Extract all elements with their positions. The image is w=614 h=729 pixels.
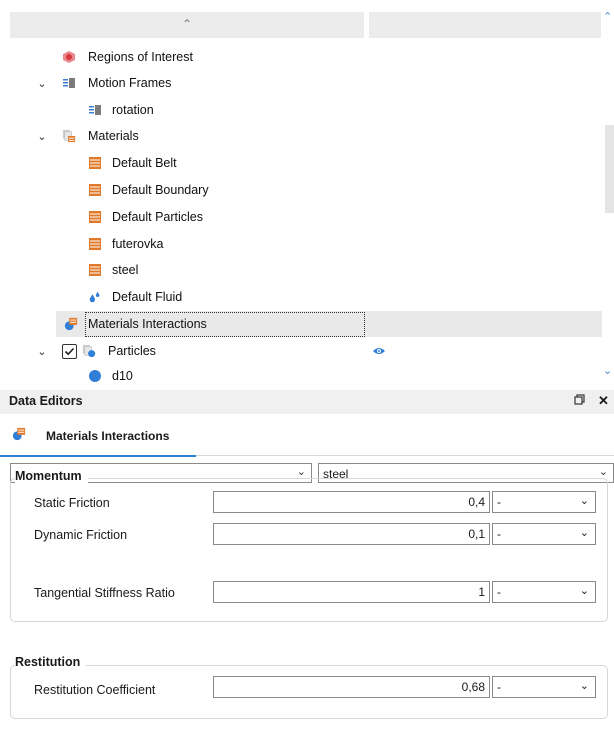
restitution-coefficient-label: Restitution Coefficient <box>34 683 156 697</box>
group-title: Momentum <box>15 469 88 483</box>
tangential-stiffness-ratio-label: Tangential Stiffness Ratio <box>34 586 175 600</box>
scroll-up-icon[interactable]: ⌃ <box>603 10 612 23</box>
materials-interactions-icon <box>12 427 26 441</box>
unit-value: - <box>497 495 501 509</box>
chevron-down-icon[interactable]: ⌄ <box>36 345 48 358</box>
tree-item-label: Motion Frames <box>88 76 172 90</box>
tree-item-materials-interactions[interactable]: Materials Interactions <box>56 311 602 337</box>
unit-value: - <box>497 527 501 541</box>
restitution-coefficient-unit-select[interactable]: - ⌄ <box>492 676 596 698</box>
materials-folder-icon <box>62 129 76 143</box>
tree-item-regions-of-interest[interactable]: Regions of Interest <box>0 44 602 70</box>
motion-frame-icon <box>88 103 102 117</box>
dynamic-friction-unit-select[interactable]: - ⌄ <box>492 523 596 545</box>
tree-item-default-boundary[interactable]: Default Boundary <box>0 177 602 203</box>
scroll-down-icon[interactable]: ⌄ <box>603 364 612 377</box>
column-header-name[interactable]: ⌃ <box>10 12 364 38</box>
material-icon <box>88 237 102 251</box>
tree-item-label: steel <box>112 263 139 277</box>
tree-item-rotation[interactable]: rotation <box>0 97 602 123</box>
static-friction-input[interactable]: 0,4 <box>213 491 490 513</box>
editor-tabbar: Materials Interactions <box>0 415 614 457</box>
tree-item-label: Default Fluid <box>112 290 183 304</box>
particles-folder-icon <box>82 344 96 358</box>
unit-value: - <box>497 680 501 694</box>
tree-item-label: Materials Interactions <box>88 317 207 331</box>
tree-item-materials[interactable]: ⌄ Materials <box>0 123 602 149</box>
tree-item-label: Default Boundary <box>112 183 209 197</box>
tangential-stiffness-ratio-unit-select[interactable]: - ⌄ <box>492 581 596 603</box>
tree-item-default-belt[interactable]: Default Belt <box>0 150 602 176</box>
tree-item-default-fluid[interactable]: Default Fluid <box>0 284 602 310</box>
visibility-checkbox[interactable] <box>62 343 77 359</box>
group-title: Restitution <box>15 655 87 669</box>
chevron-down-icon[interactable]: ⌄ <box>36 130 48 143</box>
close-icon[interactable]: ✕ <box>598 393 609 409</box>
particle-icon <box>88 369 102 383</box>
chevron-down-icon: ⌄ <box>579 680 589 692</box>
tree-item-label: futerovka <box>112 237 164 251</box>
region-icon <box>62 50 76 64</box>
tree-item-label: Regions of Interest <box>88 50 193 64</box>
tree-item-label: d10 <box>112 369 133 383</box>
material-icon <box>88 210 102 224</box>
eye-icon[interactable] <box>372 344 386 358</box>
tree-item-motion-frames[interactable]: ⌄ Motion Frames <box>0 70 602 96</box>
material-icon <box>88 263 102 277</box>
restore-window-icon[interactable] <box>574 394 585 408</box>
tree-item-label: Particles <box>108 344 156 358</box>
tree-item-label: Materials <box>88 129 139 143</box>
static-friction-label: Static Friction <box>34 496 110 510</box>
tree-item-steel[interactable]: steel <box>0 257 602 283</box>
chevron-down-icon: ⌄ <box>598 466 608 478</box>
chevron-down-icon[interactable]: ⌄ <box>36 77 48 90</box>
material-icon <box>88 156 102 170</box>
tree-item-label: Default Belt <box>112 156 177 170</box>
dynamic-friction-input[interactable]: 0,1 <box>213 523 490 545</box>
tree-item-futerovka[interactable]: futerovka <box>0 231 602 257</box>
chevron-down-icon: ⌄ <box>579 527 589 539</box>
panel-title: Data Editors <box>9 394 83 408</box>
tree-item-d10[interactable]: d10 <box>0 364 602 383</box>
tab-label: Materials Interactions <box>46 429 170 443</box>
static-friction-unit-select[interactable]: - ⌄ <box>492 491 596 513</box>
data-editors-titlebar: Data Editors ✕ <box>0 390 614 414</box>
dynamic-friction-label: Dynamic Friction <box>34 528 128 542</box>
sort-up-icon[interactable]: ⌃ <box>182 17 192 31</box>
column-header-value[interactable] <box>369 12 601 38</box>
tree-item-default-particles[interactable]: Default Particles <box>0 204 602 230</box>
tangential-stiffness-ratio-input[interactable]: 1 <box>213 581 490 603</box>
fluid-icon <box>88 290 102 304</box>
materials-interactions-icon <box>64 317 78 331</box>
chevron-down-icon: ⌄ <box>296 466 306 478</box>
motion-frames-icon <box>62 76 76 90</box>
unit-value: - <box>497 585 501 599</box>
tree-item-label: Default Particles <box>112 210 204 224</box>
chevron-down-icon: ⌄ <box>579 585 589 597</box>
restitution-coefficient-input[interactable]: 0,68 <box>213 676 490 698</box>
tree-scrollbar-thumb[interactable] <box>605 125 614 213</box>
chevron-down-icon: ⌄ <box>579 495 589 507</box>
tab-materials-interactions[interactable]: Materials Interactions <box>0 415 196 457</box>
material-icon <box>88 183 102 197</box>
tree-item-label: rotation <box>112 103 154 117</box>
tree-item-particles[interactable]: ⌄ Particles <box>0 338 602 364</box>
